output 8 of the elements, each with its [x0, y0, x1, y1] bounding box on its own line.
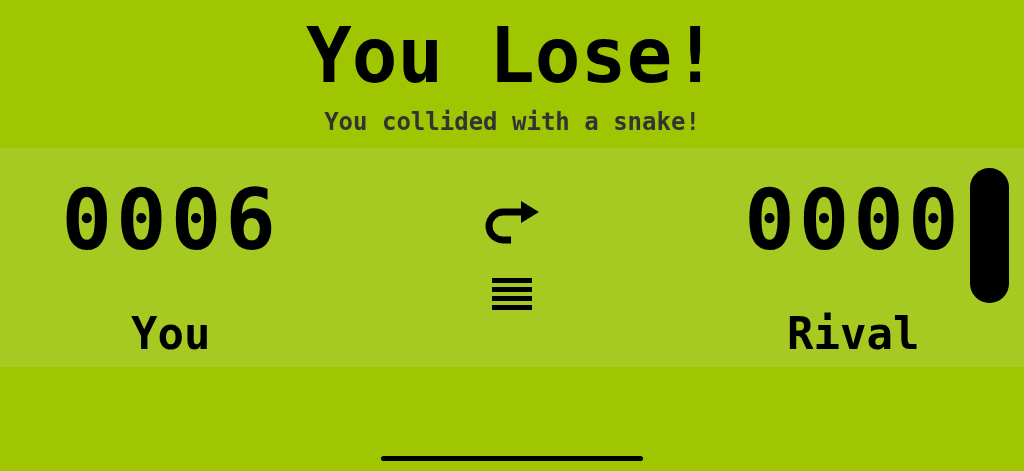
menu-icon — [492, 278, 532, 310]
menu-button[interactable] — [492, 278, 532, 310]
game-over-message: You collided with a snake! — [324, 110, 700, 134]
player-name: Rival — [787, 312, 920, 356]
score: 0006 — [61, 178, 280, 262]
game-over-title: You Lose! — [306, 18, 718, 94]
score: 0000 — [744, 178, 963, 262]
player-name: You — [130, 312, 211, 356]
